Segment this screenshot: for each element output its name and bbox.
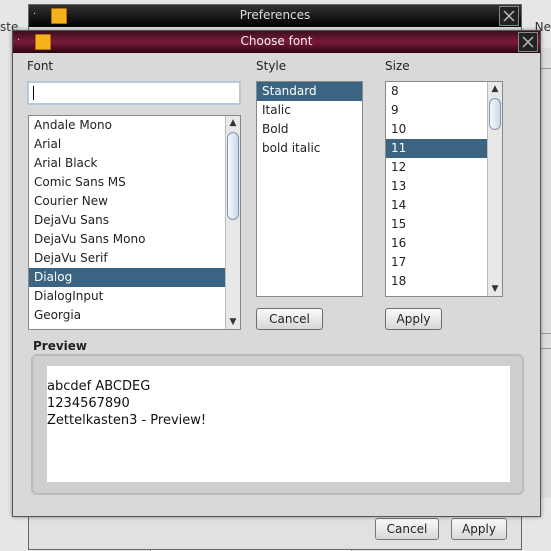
scroll-down-arrow-icon[interactable]: ▼ [488,282,502,296]
preferences-titlebar[interactable]: · Preferences [29,5,521,27]
preview-line: 1234567890 [47,396,130,411]
font-search-input[interactable] [27,81,241,105]
cancel-button[interactable]: Cancel [256,308,323,330]
style-list-item[interactable]: Italic [257,101,362,120]
font-list-item[interactable]: Arial Black [29,154,240,173]
style-list[interactable]: Standard Italic Bold bold italic [256,81,363,297]
background-right-strip [540,48,551,498]
size-list-item[interactable]: 16 [386,234,502,253]
style-label: Style [256,59,287,73]
font-list-item[interactable]: DejaVu Sans [29,211,240,230]
font-list[interactable]: Andale Mono Arial Arial Black Comic Sans MS… [28,115,241,330]
font-list-item[interactable]: Courier New [29,192,240,211]
size-scroll-thumb[interactable] [489,98,501,130]
size-list-item[interactable]: 12 [386,158,502,177]
style-list-item[interactable]: Standard [257,82,362,101]
dialog-close-icon[interactable] [518,32,538,52]
preferences-cancel-button[interactable]: Cancel [375,518,439,540]
font-label: Font [27,59,54,73]
size-label: Size [385,59,410,73]
size-list-item[interactable]: 9 [386,101,502,120]
scroll-up-arrow-icon[interactable]: ▲ [488,82,502,96]
preview-area: abcdef ABCDEG 1234567890 Zettelkasten3 -… [47,366,510,482]
dialog-title: Choose font [240,34,313,48]
size-list-item[interactable]: 14 [386,196,502,215]
size-list-item[interactable]: 8 [386,82,502,101]
font-list-item[interactable]: Andale Mono [29,116,240,135]
font-list-item[interactable]: Dialog [29,268,240,287]
style-list-item[interactable]: Bold [257,120,362,139]
size-list-item[interactable]: 11 [386,139,502,158]
preview-panel: abcdef ABCDEG 1234567890 Zettelkasten3 -… [31,354,524,495]
preview-line: abcdef ABCDEG [47,379,151,394]
choose-font-dialog: · Choose font Font Style Size Andale Mon… [12,30,541,517]
font-list-item[interactable]: DejaVu Serif [29,249,240,268]
font-list-item[interactable]: DejaVu Sans Mono [29,230,240,249]
preview-line: Zettelkasten3 - Preview! [47,413,207,428]
font-scroll-thumb[interactable] [227,132,239,220]
style-list-item[interactable]: bold italic [257,139,362,158]
font-list-item[interactable]: Comic Sans MS [29,173,240,192]
font-list-item[interactable]: Georgia [29,306,240,325]
preferences-apply-button[interactable]: Apply [451,518,507,540]
size-list-item[interactable]: 18 [386,272,502,291]
preview-label: Preview [33,339,88,353]
size-list-item[interactable]: 10 [386,120,502,139]
size-list-scrollbar[interactable]: ▲ ▼ [487,82,502,296]
scroll-down-arrow-icon[interactable]: ▼ [226,315,240,329]
size-list-item[interactable]: 17 [386,253,502,272]
apply-button[interactable]: Apply [385,308,442,330]
scroll-up-arrow-icon[interactable]: ▲ [226,116,240,130]
font-list-item[interactable]: DialogInput [29,287,240,306]
font-list-item[interactable]: Arial [29,135,240,154]
size-list-item[interactable]: 15 [386,215,502,234]
dialog-titlebar[interactable]: · Choose font [13,31,540,53]
size-list-item[interactable]: 13 [386,177,502,196]
preferences-title: Preferences [239,8,311,22]
size-list[interactable]: 8 9 10 11 12 13 14 15 16 17 18 ▲ ▼ [385,81,503,297]
font-list-scrollbar[interactable]: ▲ ▼ [225,116,240,329]
preferences-close-icon[interactable] [499,6,519,26]
text-caret [33,86,34,100]
